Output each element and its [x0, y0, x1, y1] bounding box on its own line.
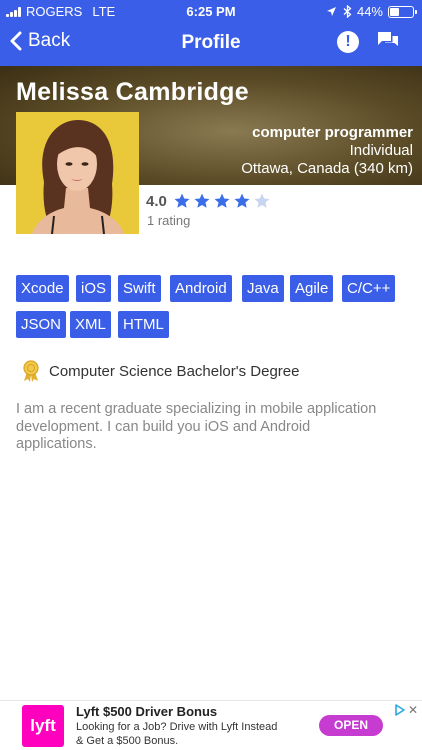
ad-choices-icon[interactable] — [394, 704, 405, 716]
degree-row: Computer Science Bachelor's Degree — [22, 360, 300, 382]
star-filled-icon — [174, 193, 190, 208]
rating-value: 4.0 — [146, 192, 167, 210]
skill-tag[interactable]: Swift — [118, 275, 161, 302]
battery-percent: 44% — [356, 4, 383, 19]
bluetooth-icon — [343, 5, 352, 18]
skill-tag[interactable]: Android — [170, 275, 232, 302]
skill-tag[interactable]: Java — [242, 275, 284, 302]
star-filled-icon — [234, 193, 250, 208]
award-ribbon-icon — [23, 360, 39, 382]
rating-stars — [173, 192, 273, 210]
status-bar: ROGERS LTE 6:25 PM 44% — [0, 0, 422, 22]
skill-tag[interactable]: iOS — [76, 275, 112, 302]
degree-label: Computer Science Bachelor's Degree — [49, 362, 300, 380]
ad-title[interactable]: Lyft $500 Driver Bonus — [76, 704, 217, 719]
rating-count: 1 rating — [147, 213, 191, 228]
alert-icon[interactable]: ! — [337, 31, 359, 53]
status-right: 44% — [326, 4, 417, 19]
location-arrow-icon — [326, 7, 336, 16]
skill-tag[interactable]: XML — [70, 311, 111, 338]
profile-location: Ottawa, Canada (340 km) — [241, 160, 413, 177]
skill-tag[interactable]: JSON — [16, 311, 67, 338]
star-filled-icon — [214, 193, 230, 208]
nav-bar: Back Profile ! — [0, 22, 422, 66]
ad-logo[interactable]: lyft — [22, 705, 64, 747]
ad-open-button[interactable]: OPEN — [319, 715, 383, 736]
star-filled-icon — [194, 193, 210, 208]
chat-icon[interactable] — [376, 30, 400, 57]
top-bar: ROGERS LTE 6:25 PM 44% Back Profile ! — [0, 0, 422, 66]
ad-choices[interactable]: ✕ — [394, 703, 418, 717]
skill-tag[interactable]: C/C++ — [342, 275, 396, 302]
ad-banner[interactable]: lyft Lyft $500 Driver Bonus Looking for … — [0, 700, 422, 750]
profile-occupation: computer programmer — [252, 124, 413, 141]
skill-tag[interactable]: Agile — [290, 275, 334, 302]
ad-description[interactable]: Looking for a Job? Drive with Lyft Inste… — [76, 720, 286, 748]
profile-photo — [16, 112, 139, 234]
rating-row: 4.0 — [146, 192, 273, 210]
ad-close-icon[interactable]: ✕ — [408, 703, 418, 717]
profile-name: Melissa Cambridge — [16, 78, 249, 106]
skill-tag[interactable]: Xcode — [16, 275, 69, 302]
star-empty-icon — [254, 193, 270, 208]
profile-bio: I am a recent graduate specializing in m… — [16, 401, 377, 452]
profile-type: Individual — [349, 142, 413, 159]
battery-icon — [388, 5, 417, 18]
skill-tag[interactable]: HTML — [118, 311, 169, 338]
